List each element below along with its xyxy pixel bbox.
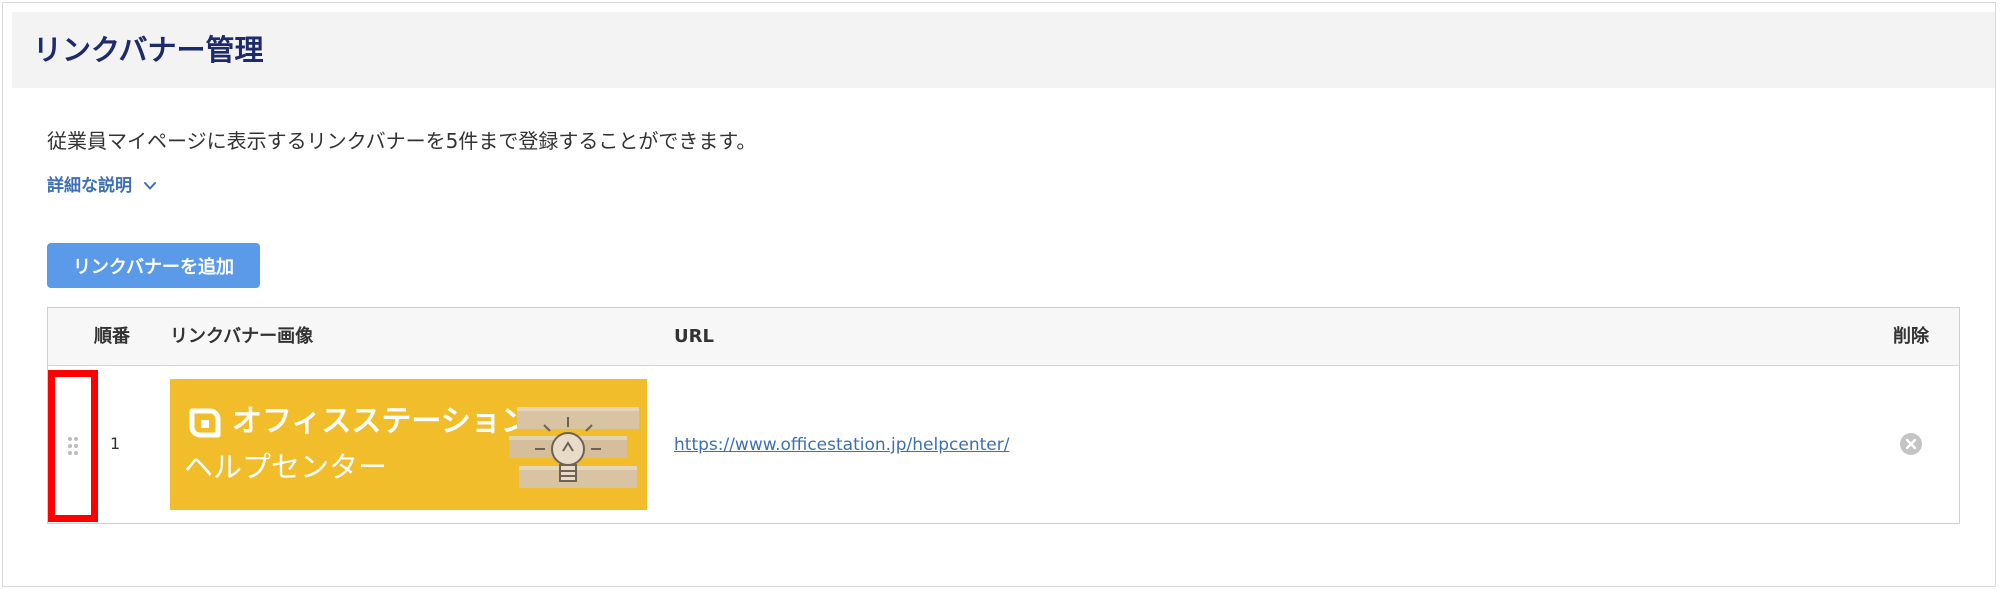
- link-banner-table: 順番 リンクバナー画像 URL 削除 1 オフィスステーション ヘルプセンター …: [47, 307, 1960, 524]
- banner-title: オフィスステーション: [186, 403, 531, 441]
- banner-title-text: オフィスステーション: [232, 404, 531, 439]
- column-header-order: 順番: [94, 326, 130, 347]
- banner-subtitle: ヘルプセンター: [184, 450, 388, 484]
- table-header: 順番 リンクバナー画像 URL 削除: [48, 308, 1959, 366]
- banner-url-link[interactable]: https://www.officestation.jp/helpcenter/: [674, 434, 1009, 456]
- link-banner-image: オフィスステーション ヘルプセンター: [170, 379, 647, 510]
- page-frame: リンクバナー管理 従業員マイページに表示するリンクバナーを5件まで登録することが…: [2, 2, 1996, 587]
- drag-handle-icon: [68, 437, 78, 455]
- row-order: 1: [110, 434, 121, 453]
- officestation-logo-icon: [189, 408, 221, 438]
- page-description: 従業員マイページに表示するリンクバナーを5件まで登録することができます。: [47, 129, 757, 153]
- table-row: 1 オフィスステーション ヘルプセンター https://www.offices…: [48, 366, 1959, 523]
- lightbulb-blocks-icon: [509, 407, 639, 488]
- column-header-url: URL: [674, 326, 714, 347]
- page-title: リンクバナー管理: [33, 33, 264, 67]
- column-header-image: リンクバナー画像: [170, 326, 314, 347]
- page-header: リンクバナー管理: [12, 12, 1995, 88]
- chevron-down-icon: [144, 182, 156, 190]
- details-toggle[interactable]: 詳細な説明: [47, 173, 158, 199]
- drag-handle[interactable]: [48, 370, 98, 522]
- add-link-banner-button[interactable]: リンクバナーを追加: [47, 243, 260, 288]
- close-circle-icon[interactable]: [1899, 432, 1923, 456]
- column-header-delete: 削除: [1893, 326, 1929, 347]
- details-toggle-label: 詳細な説明: [47, 176, 132, 196]
